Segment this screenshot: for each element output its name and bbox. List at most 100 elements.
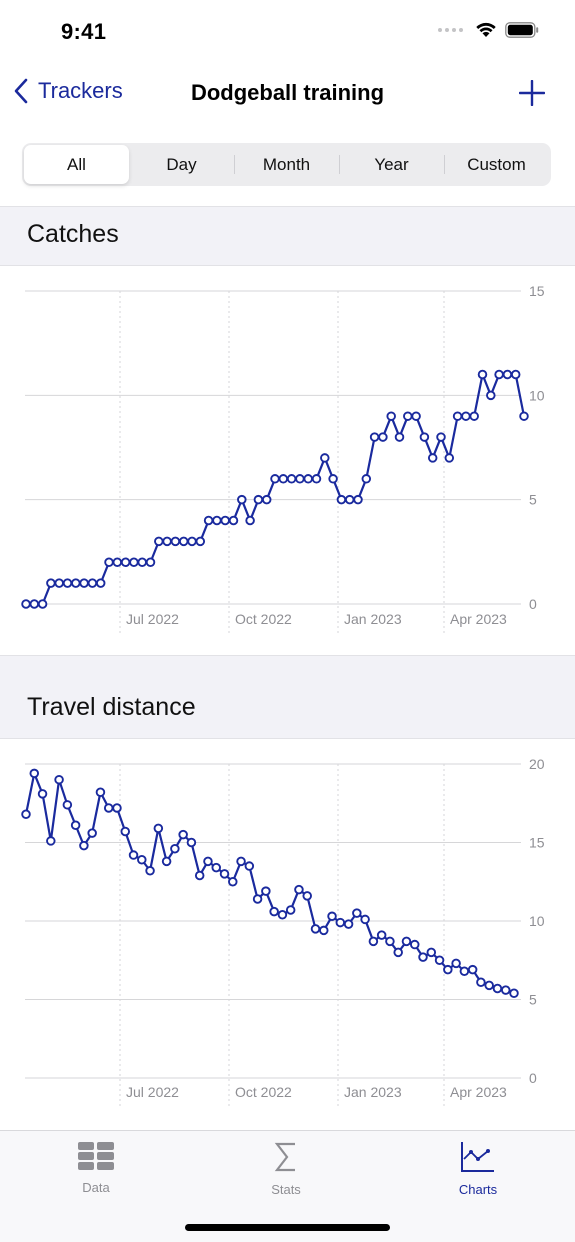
data-point	[112, 557, 123, 568]
line-chart-icon	[461, 1142, 494, 1172]
x-tick-label: Jan 2023	[344, 611, 402, 627]
segment-year[interactable]: Year	[339, 145, 444, 184]
data-point	[212, 515, 222, 526]
data-point	[335, 917, 346, 928]
wifi-icon	[476, 22, 496, 37]
x-tick-label: Oct 2022	[235, 1084, 292, 1100]
travel-distance-section-header: Travel distance	[0, 655, 575, 739]
data-point	[162, 536, 172, 547]
data-point	[376, 930, 387, 940]
add-button[interactable]	[518, 79, 546, 111]
data-point	[459, 966, 470, 976]
data-point	[161, 856, 172, 867]
data-point	[195, 536, 206, 547]
data-point	[29, 768, 40, 779]
segment-all[interactable]: All	[24, 145, 129, 184]
catches-chart: 0 5 10 15 Jul 2022 Oct 2022 Jan 2023 Apr 2023	[21, 283, 545, 636]
data-point	[145, 557, 156, 568]
signal-dots-icon	[438, 28, 463, 32]
data-point	[153, 823, 164, 834]
data-point	[327, 911, 337, 922]
section-title: Catches	[27, 220, 119, 248]
tab-label: Charts	[458, 1182, 498, 1197]
data-point	[369, 432, 380, 442]
tab-label: Stats	[271, 1182, 301, 1197]
data-point	[54, 578, 64, 588]
page-title: Dodgeball training	[190, 80, 385, 105]
x-tick-label: Apr 2023	[450, 1084, 507, 1100]
data-point	[219, 869, 230, 879]
data-point	[120, 826, 131, 837]
x-tick-label: Jul 2022	[126, 611, 179, 627]
sigma-icon	[274, 1142, 295, 1172]
data-point	[178, 536, 189, 547]
data-point	[103, 803, 114, 813]
tab-charts[interactable]: Charts	[418, 1141, 538, 1197]
status-bar: 9:41	[0, 0, 575, 60]
data-point	[220, 515, 230, 526]
data-point	[46, 836, 56, 846]
segment-label: Year	[374, 154, 409, 174]
data-point	[137, 557, 147, 568]
data-point	[203, 856, 213, 867]
data-point	[178, 829, 188, 840]
table-icon	[78, 1142, 114, 1170]
data-point	[328, 474, 338, 484]
data-point	[128, 850, 139, 860]
segment-label: Month	[262, 154, 311, 174]
data-point	[361, 474, 372, 484]
data-point	[21, 809, 31, 819]
data-point	[253, 494, 264, 505]
data-point	[62, 578, 73, 588]
tab-stats[interactable]: Stats	[226, 1141, 346, 1197]
data-point	[320, 453, 330, 463]
data-point	[194, 870, 205, 881]
data-point	[409, 939, 420, 950]
y-tick-label: 15	[529, 283, 545, 299]
data-point	[79, 578, 89, 588]
data-point	[62, 800, 73, 810]
data-point	[336, 494, 347, 505]
time-range-segmented-control: All Day Month Year Custom	[22, 143, 551, 186]
data-point	[170, 536, 181, 547]
data-point	[70, 820, 81, 830]
data-point	[236, 856, 246, 867]
data-point	[154, 536, 164, 547]
data-point	[477, 369, 488, 380]
data-point	[444, 453, 455, 463]
data-point	[502, 369, 513, 380]
data-point	[385, 936, 395, 947]
data-point	[112, 803, 122, 813]
navigation-bar: Trackers Dodgeball training	[0, 64, 575, 122]
data-point	[278, 474, 289, 484]
data-point	[261, 886, 271, 896]
data-point	[228, 515, 239, 526]
data-point	[95, 578, 106, 588]
segment-day[interactable]: Day	[129, 145, 234, 184]
x-tick-label: Oct 2022	[235, 611, 292, 627]
data-point	[170, 844, 180, 854]
section-title: Travel distance	[27, 693, 196, 721]
data-point	[295, 474, 305, 484]
plus-icon	[518, 79, 546, 107]
tab-data[interactable]: Data	[36, 1141, 156, 1195]
data-point	[378, 432, 388, 442]
data-point	[394, 432, 405, 442]
data-point	[129, 557, 139, 568]
data-point	[344, 494, 355, 505]
data-point	[71, 578, 81, 588]
y-tick-label: 5	[529, 992, 537, 1008]
data-point	[519, 411, 529, 421]
segment-custom[interactable]: Custom	[444, 145, 549, 184]
y-tick-label: 0	[529, 1070, 537, 1086]
data-point	[87, 578, 98, 588]
data-point	[79, 840, 89, 851]
segment-label: Day	[166, 154, 197, 174]
segment-month[interactable]: Month	[234, 145, 339, 184]
data-point	[186, 837, 197, 848]
data-point	[120, 557, 131, 568]
data-point	[494, 369, 504, 380]
data-point	[187, 536, 197, 547]
data-point	[419, 432, 430, 442]
data-point	[500, 985, 511, 995]
